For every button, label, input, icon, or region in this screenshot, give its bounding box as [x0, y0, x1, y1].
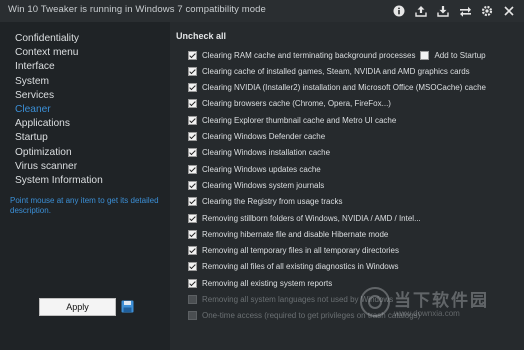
option-checkbox[interactable]	[188, 66, 197, 76]
option-label: Clearing browsers cache (Chrome, Opera, …	[202, 99, 391, 109]
title-bar-icons	[388, 2, 520, 20]
gear-icon[interactable]	[476, 2, 498, 20]
cleaner-option-row[interactable]: Clearing Windows updates cache	[188, 163, 321, 175]
cleaner-option-row[interactable]: Clearing cache of installed games, Steam…	[188, 65, 470, 77]
sidebar-item-system-information[interactable]: System Information	[15, 174, 103, 188]
option-label: Removing all system languages not used b…	[202, 295, 394, 304]
option-checkbox[interactable]	[188, 99, 197, 109]
close-icon[interactable]	[498, 2, 520, 20]
option-checkbox[interactable]	[188, 164, 197, 174]
description-hint: Point mouse at any item to get its detai…	[10, 196, 159, 215]
download-icon[interactable]	[432, 2, 454, 20]
apply-button[interactable]: Apply	[39, 298, 116, 316]
cleaner-option-row[interactable]: Clearing the Registry from usage tracks	[188, 196, 343, 208]
cleaner-panel: Uncheck all Clearing RAM cache and termi…	[170, 22, 524, 350]
info-icon[interactable]	[388, 2, 410, 20]
sidebar-item-optimization[interactable]: Optimization	[15, 146, 103, 160]
option-label: Removing all files of all existing diagn…	[202, 262, 399, 272]
option-checkbox[interactable]	[188, 278, 197, 288]
option-label: Clearing Windows Defender cache	[202, 132, 326, 141]
option-label: One-time access (required to get privile…	[202, 311, 421, 321]
upload-icon[interactable]	[410, 2, 432, 20]
option-label: Clearing RAM cache and terminating backg…	[202, 50, 416, 60]
window-title: Win 10 Tweaker is running in Windows 7 c…	[8, 4, 266, 15]
option-checkbox[interactable]	[188, 115, 197, 125]
exchange-icon[interactable]	[454, 2, 476, 20]
cleaner-option-row[interactable]: Clearing Windows system journals	[188, 179, 324, 191]
option-label: Removing all existing system reports	[202, 278, 333, 288]
uncheck-all-link[interactable]: Uncheck all	[176, 31, 226, 41]
cleaner-option-row[interactable]: Clearing Windows Defender cache	[188, 131, 325, 143]
option-label: Clearing cache of installed games, Steam…	[202, 66, 470, 76]
cleaner-option-row[interactable]: Removing all existing system reports	[188, 277, 332, 289]
option-checkbox[interactable]	[188, 50, 197, 60]
option-checkbox[interactable]	[188, 132, 197, 141]
sidebar-item-applications[interactable]: Applications	[15, 117, 103, 131]
option-checkbox[interactable]	[188, 148, 197, 158]
option-checkbox[interactable]	[188, 213, 197, 223]
option-checkbox	[188, 311, 197, 321]
option-label: Removing all temporary files in all temp…	[202, 246, 399, 256]
option-checkbox	[188, 295, 197, 304]
sidebar-nav: Confidentiality Context menu Interface S…	[15, 32, 103, 188]
option-label: Removing stillborn folders of Windows, N…	[202, 213, 421, 223]
cleaner-option-row[interactable]: Removing all files of all existing diagn…	[188, 261, 399, 273]
option-label: Clearing the Registry from usage tracks	[202, 197, 343, 207]
option-label: Clearing NVIDIA (Installer2) installatio…	[202, 83, 486, 93]
cleaner-option-row[interactable]: Removing stillborn folders of Windows, N…	[188, 212, 421, 224]
add-to-startup-option[interactable]: Add to Startup	[420, 50, 486, 60]
sidebar-item-services[interactable]: Services	[15, 89, 103, 103]
sidebar-item-system[interactable]: System	[15, 75, 103, 89]
cleaner-option-row: Removing all system languages not used b…	[188, 294, 393, 306]
cleaner-option-row[interactable]: Clearing Explorer thumbnail cache and Me…	[188, 114, 396, 126]
cleaner-option-row[interactable]: Removing hibernate file and disable Hibe…	[188, 228, 388, 240]
title-bar: Win 10 Tweaker is running in Windows 7 c…	[0, 0, 524, 22]
cleaner-option-row: One-time access (required to get privile…	[188, 310, 420, 322]
sidebar-item-startup[interactable]: Startup	[15, 131, 103, 145]
add-to-startup-label: Add to Startup	[434, 50, 486, 60]
option-label: Removing hibernate file and disable Hibe…	[202, 229, 389, 239]
option-checkbox[interactable]	[188, 246, 197, 256]
sidebar-item-interface[interactable]: Interface	[15, 60, 103, 74]
cleaner-option-row[interactable]: Clearing NVIDIA (Installer2) installatio…	[188, 82, 486, 94]
option-checkbox[interactable]	[188, 229, 197, 239]
save-icon[interactable]	[121, 300, 134, 313]
option-label: Clearing Explorer thumbnail cache and Me…	[202, 115, 397, 125]
cleaner-option-row[interactable]: Clearing browsers cache (Chrome, Opera, …	[188, 98, 391, 110]
sidebar-item-confidentiality[interactable]: Confidentiality	[15, 32, 103, 46]
cleaner-option-row[interactable]: Removing all temporary files in all temp…	[188, 245, 399, 257]
option-checkbox[interactable]	[188, 83, 197, 93]
sidebar-item-virus-scanner[interactable]: Virus scanner	[15, 160, 103, 174]
option-label: Clearing Windows updates cache	[202, 164, 321, 174]
cleaner-option-row[interactable]: Clearing RAM cache and terminating backg…	[188, 49, 486, 61]
sidebar-item-context-menu[interactable]: Context menu	[15, 46, 103, 60]
option-checkbox[interactable]	[188, 180, 197, 190]
option-checkbox[interactable]	[188, 197, 197, 207]
option-label: Clearing Windows system journals	[202, 180, 325, 190]
option-checkbox[interactable]	[188, 262, 197, 272]
add-to-startup-checkbox[interactable]	[420, 50, 430, 60]
cleaner-option-row[interactable]: Clearing Windows installation cache	[188, 147, 330, 159]
option-label: Clearing Windows installation cache	[202, 148, 331, 158]
sidebar-item-cleaner[interactable]: Cleaner	[15, 103, 103, 117]
